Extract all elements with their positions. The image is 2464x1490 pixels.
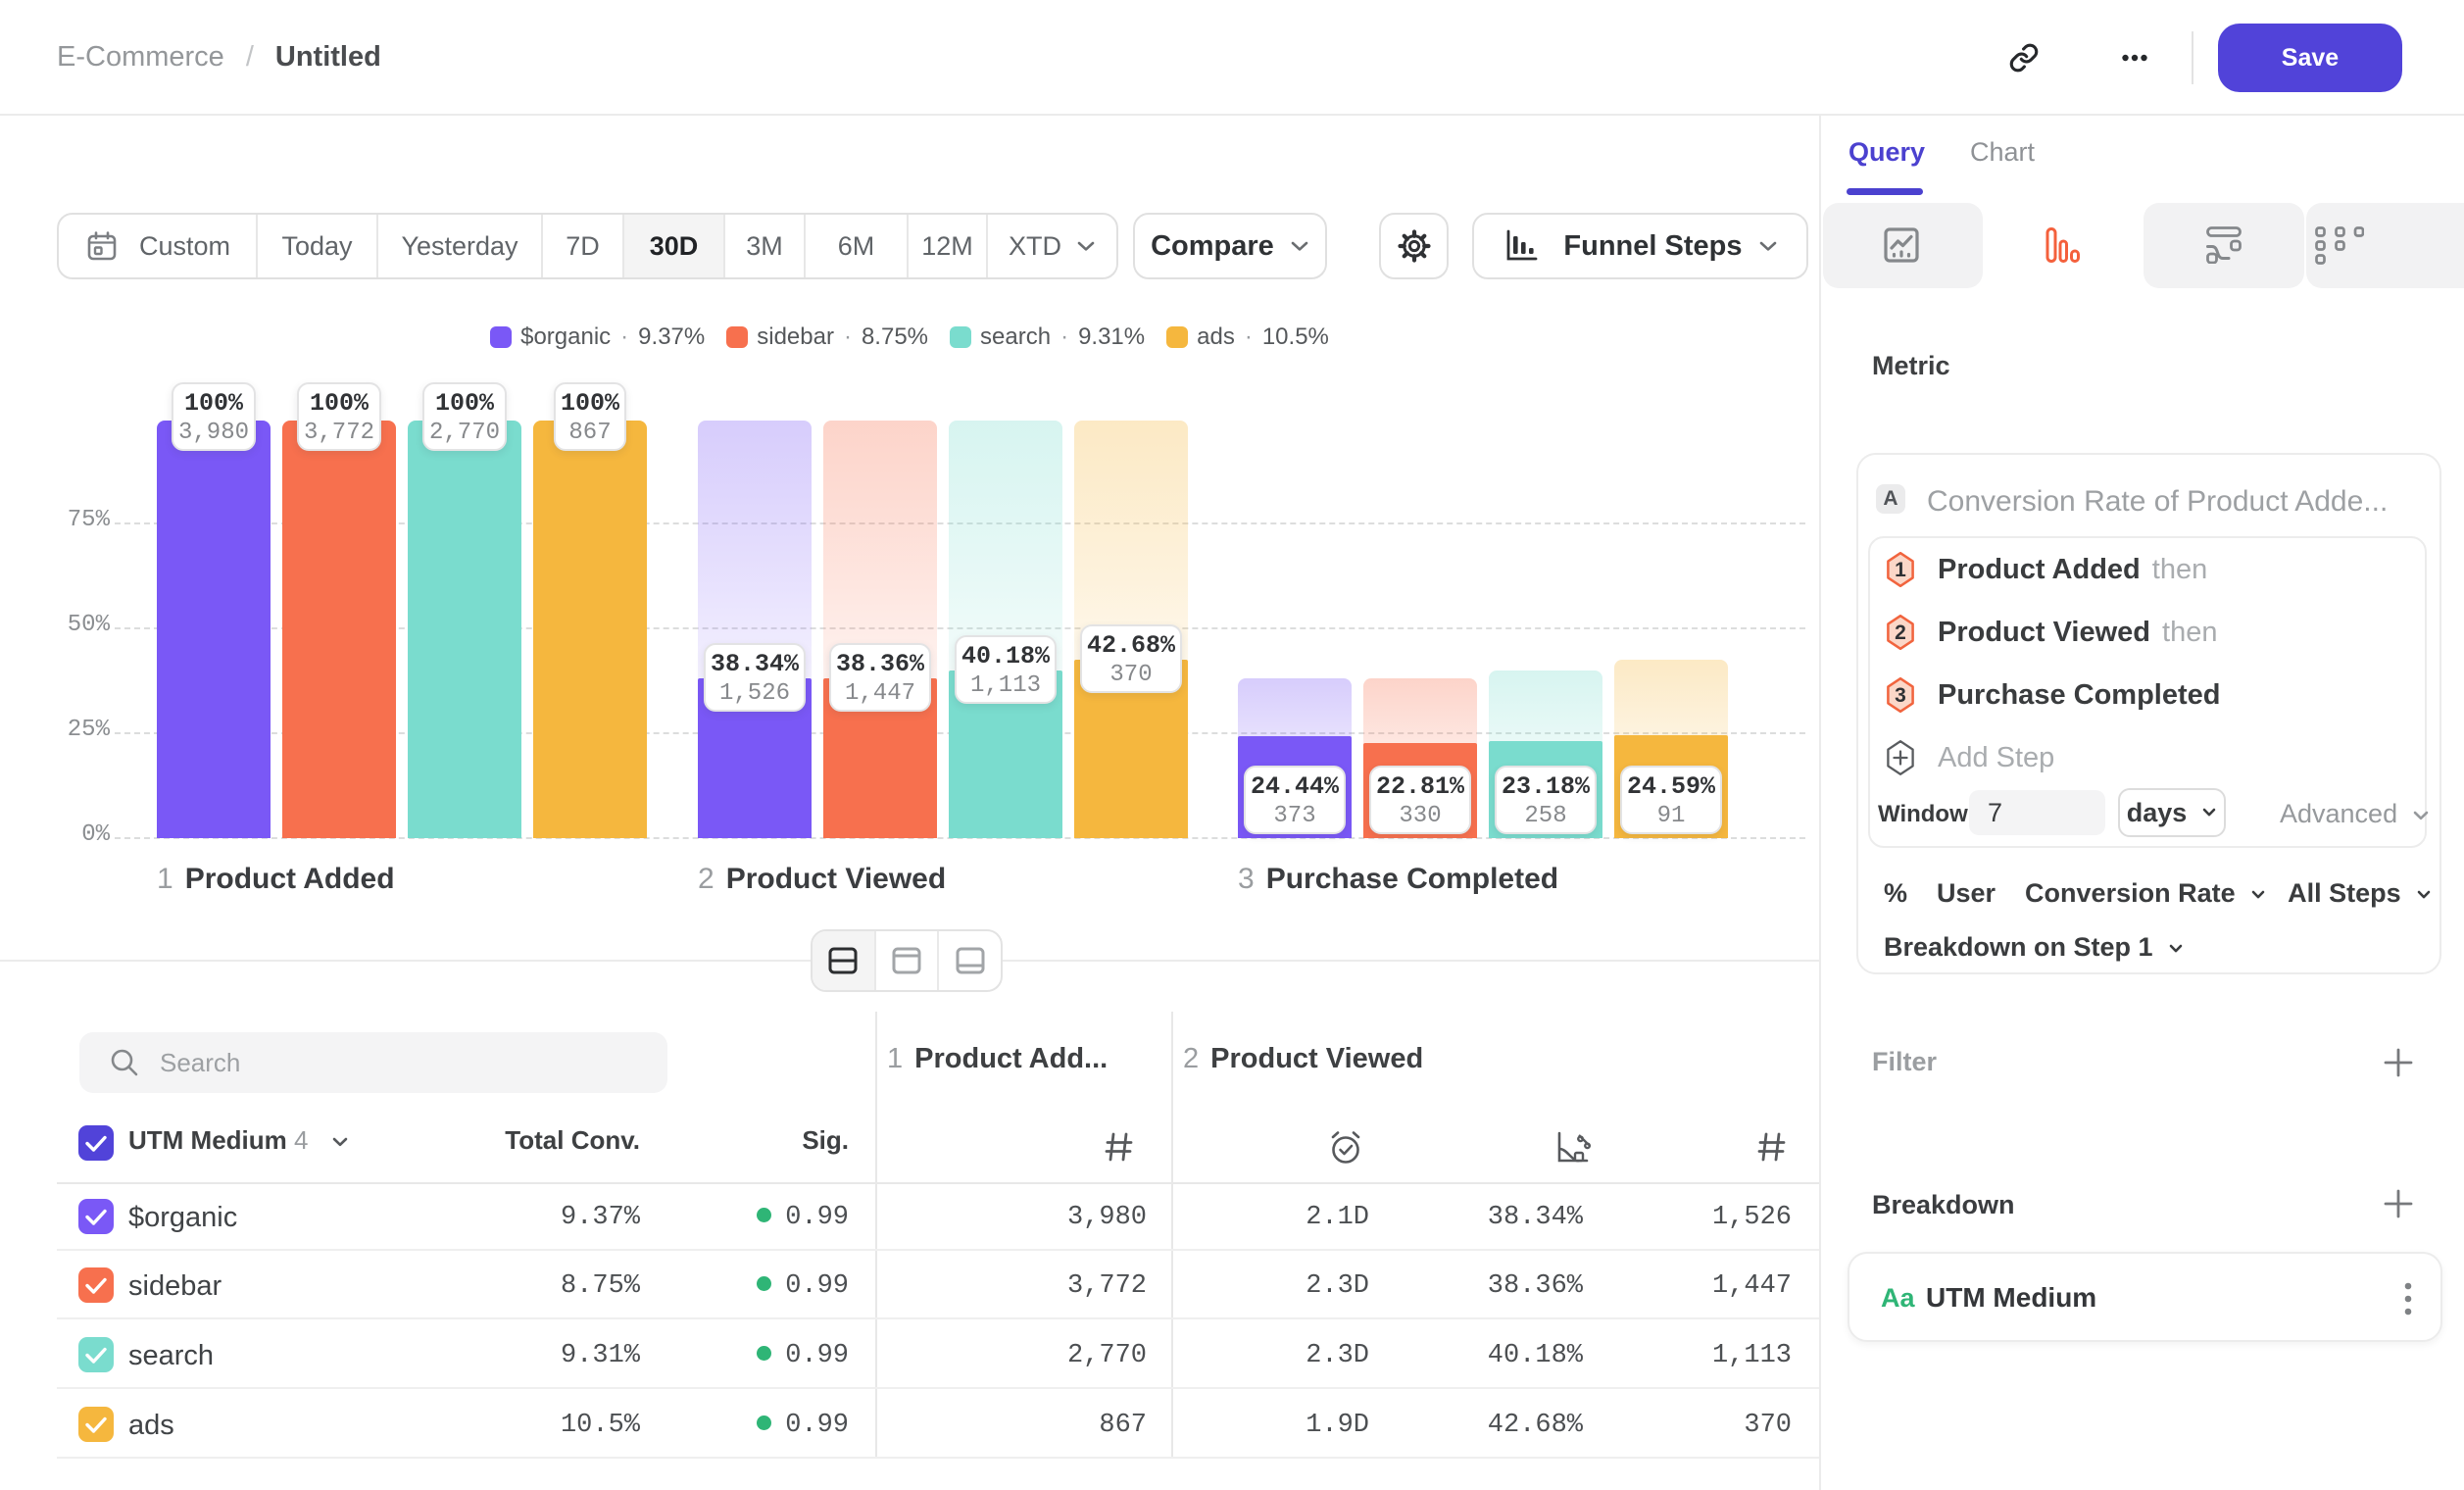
svg-text:3: 3 [1895, 684, 1906, 707]
svg-text:1: 1 [1895, 559, 1906, 581]
svg-text:2: 2 [1895, 621, 1906, 644]
